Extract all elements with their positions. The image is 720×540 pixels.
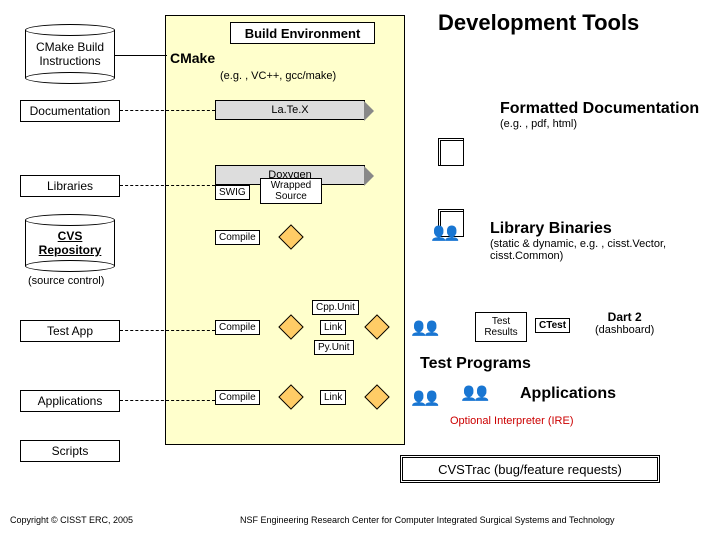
cvs-sub-label: (source control) bbox=[28, 275, 104, 287]
nsf-footer: NSF Engineering Research Center for Comp… bbox=[240, 515, 615, 525]
copyright: Copyright © CISST ERC, 2005 bbox=[10, 515, 133, 525]
test-app-box: Test App bbox=[20, 320, 120, 342]
cmake-instructions-cylinder: CMake Build Instructions bbox=[25, 30, 115, 78]
cvs-repo-cylinder: CVS Repository bbox=[25, 220, 115, 266]
link-box-1: Link bbox=[320, 320, 346, 335]
documentation-box: Documentation bbox=[20, 100, 120, 122]
pyunit-box: Py.Unit bbox=[314, 340, 354, 355]
ire-label: Optional Interpreter (IRE) bbox=[450, 415, 574, 427]
ctest-box: CTest bbox=[535, 318, 570, 333]
library-binaries-sub: (static & dynamic, e.g. , cisst.Vector, … bbox=[490, 238, 690, 262]
cmake-label: CMake bbox=[170, 50, 215, 66]
cmake-instructions-label: CMake Build Instructions bbox=[25, 40, 115, 68]
cvstrac-label: CVSTrac (bug/feature requests) bbox=[438, 462, 622, 477]
cvs-repo-label: CVS Repository bbox=[25, 229, 115, 257]
libraries-box: Libraries bbox=[20, 175, 120, 197]
dart2-label: Dart 2 bbox=[595, 310, 654, 324]
conn-cmake bbox=[115, 55, 167, 56]
build-env-label: Build Environment bbox=[230, 22, 375, 44]
compile-box-1: Compile bbox=[215, 230, 260, 245]
conn-test-compile bbox=[120, 330, 215, 331]
people-icon-4: 👤👤 bbox=[460, 385, 487, 402]
latex-arrow: La.Te.X bbox=[215, 100, 365, 120]
people-icon-1: 👤👤 bbox=[430, 225, 457, 242]
dart2-block: Dart 2 (dashboard) bbox=[595, 310, 654, 336]
link-box-2: Link bbox=[320, 390, 346, 405]
test-results-box: Test Results bbox=[475, 312, 527, 342]
conn-doc-latex bbox=[120, 110, 215, 111]
formatted-doc-title: Formatted Documentation bbox=[500, 100, 699, 118]
cppunit-box: Cpp.Unit bbox=[312, 300, 359, 315]
compile-box-2: Compile bbox=[215, 320, 260, 335]
library-binaries-block: Library Binaries (static & dynamic, e.g.… bbox=[490, 220, 690, 262]
wrapped-source-box: Wrapped Source bbox=[260, 178, 322, 204]
formatted-doc-block: Formatted Documentation (e.g. , pdf, htm… bbox=[500, 100, 699, 130]
people-icon-2: 👤👤 bbox=[410, 320, 437, 337]
test-programs-label: Test Programs bbox=[420, 355, 531, 373]
pages-icon-1 bbox=[440, 140, 464, 166]
conn-lib-swig bbox=[120, 185, 215, 186]
applications-box: Applications bbox=[20, 390, 120, 412]
compile-box-3: Compile bbox=[215, 390, 260, 405]
cvstrac-box: CVSTrac (bug/feature requests) bbox=[400, 455, 660, 483]
conn-app-compile bbox=[120, 400, 215, 401]
dashboard-label: (dashboard) bbox=[595, 324, 654, 336]
library-binaries-title: Library Binaries bbox=[490, 220, 690, 238]
people-icon-3: 👤👤 bbox=[410, 390, 437, 407]
page-title: Development Tools bbox=[438, 10, 639, 36]
toolchain-label: (e.g. , VC++, gcc/make) bbox=[220, 70, 336, 82]
formatted-doc-sub: (e.g. , pdf, html) bbox=[500, 118, 699, 130]
applications-label: Applications bbox=[520, 385, 616, 403]
swig-box: SWIG bbox=[215, 185, 250, 200]
scripts-box: Scripts bbox=[20, 440, 120, 462]
